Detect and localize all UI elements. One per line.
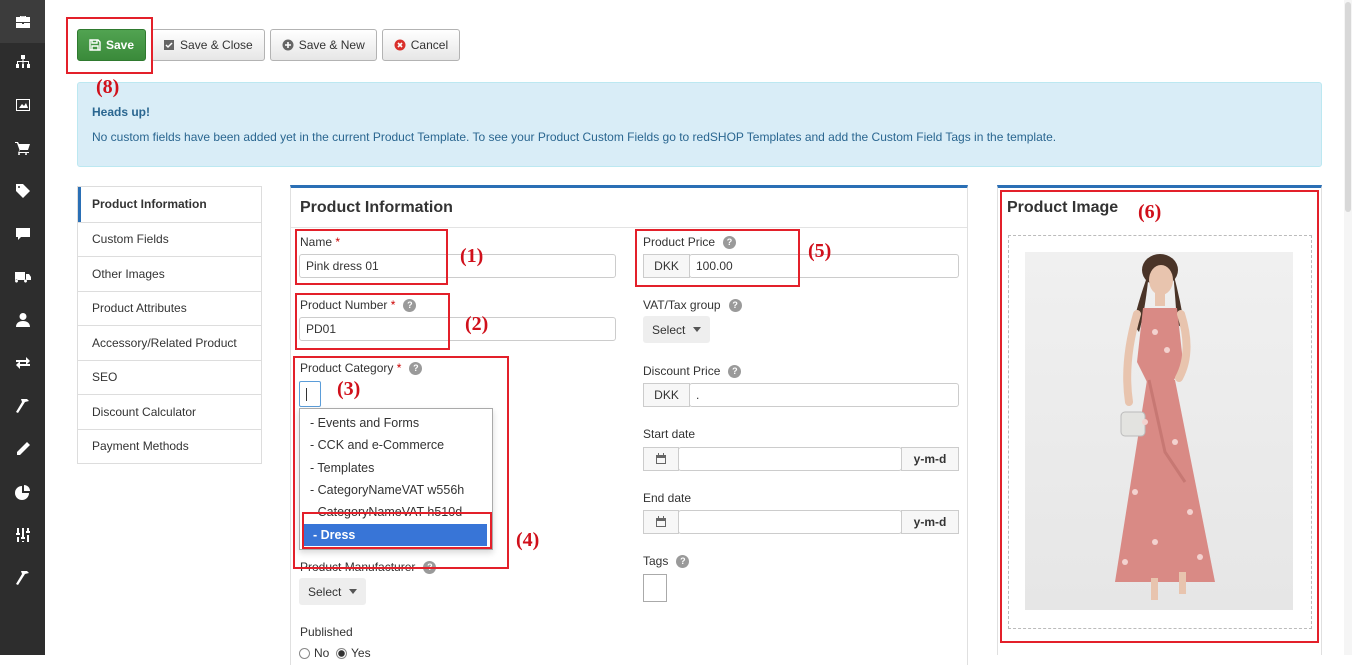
plus-circle-icon — [282, 39, 294, 51]
manufacturer-select-value: Select — [308, 584, 342, 599]
end-date-format: y-m-d — [901, 510, 959, 534]
tags-input[interactable] — [643, 574, 667, 602]
annotation-box-name — [295, 229, 448, 285]
help-icon[interactable]: ? — [728, 365, 742, 379]
admin-sidebar — [0, 0, 45, 655]
published-label: Published — [300, 625, 353, 639]
manufacturer-select[interactable]: Select — [299, 578, 367, 605]
exchange-icon[interactable] — [0, 341, 45, 384]
annotation-label: (6) — [1138, 201, 1162, 223]
alert-message: No custom fields have been added yet in … — [92, 130, 1057, 144]
chevron-down-icon — [349, 589, 358, 594]
discount-price-label: Discount Price? — [643, 364, 742, 379]
published-yes-label: Yes — [351, 646, 371, 660]
discount-price-input[interactable]: . — [689, 383, 959, 407]
vat-select-value: Select — [652, 322, 686, 337]
tab-product-attributes[interactable]: Product Attributes — [78, 290, 261, 326]
save-new-label: Save & New — [298, 38, 365, 52]
published-yes-radio[interactable] — [336, 648, 348, 660]
annotation-box-image — [1000, 190, 1319, 643]
panel-title: Product Information — [300, 199, 453, 216]
annotation-label: (3) — [337, 378, 361, 400]
tab-other-images[interactable]: Other Images — [78, 256, 261, 291]
annotation-label: (1) — [460, 245, 484, 267]
help-icon[interactable]: ? — [728, 299, 742, 313]
user-icon[interactable] — [0, 298, 45, 341]
panel-divider — [291, 227, 967, 228]
info-alert: Heads up! No custom fields have been add… — [77, 82, 1322, 167]
discount-currency-addon: DKK — [643, 383, 690, 407]
tab-seo[interactable]: SEO — [78, 359, 261, 395]
save-close-button[interactable]: Save & Close — [151, 29, 265, 61]
published-no-radio[interactable] — [299, 648, 310, 660]
help-icon[interactable]: ? — [676, 555, 690, 569]
alert-heading: Heads up! — [92, 105, 151, 119]
tab-product-information[interactable]: Product Information — [78, 187, 261, 222]
chevron-down-icon — [693, 327, 702, 332]
sliders-icon[interactable] — [0, 513, 45, 556]
annotation-box-price — [635, 229, 800, 287]
tab-accessory-related[interactable]: Accessory/Related Product — [78, 325, 261, 360]
annotation-label: (8) — [96, 76, 120, 98]
truck-icon[interactable] — [0, 255, 45, 298]
cancel-circle-icon — [394, 39, 406, 51]
annotation-label: (2) — [465, 313, 489, 335]
pie-chart-icon[interactable] — [0, 470, 45, 513]
comment-icon[interactable] — [0, 212, 45, 255]
tag-icon[interactable] — [0, 169, 45, 212]
page-scrollbar[interactable] — [1344, 0, 1352, 655]
calendar-icon[interactable] — [643, 447, 679, 471]
tags-label: Tags? — [643, 554, 690, 569]
save-new-button[interactable]: Save & New — [269, 29, 377, 61]
annotation-box-number — [295, 293, 450, 350]
annotation-label: (4) — [516, 529, 540, 551]
wrench-icon[interactable] — [0, 556, 45, 599]
vat-label: VAT/Tax group? — [643, 298, 742, 313]
tab-custom-fields[interactable]: Custom Fields — [78, 221, 261, 257]
save-close-label: Save & Close — [180, 38, 253, 52]
annotation-box-dress — [302, 512, 492, 549]
end-date-label: End date — [643, 491, 692, 505]
end-date-input[interactable] — [678, 510, 902, 534]
cart-icon[interactable] — [0, 126, 45, 169]
image-icon[interactable] — [0, 83, 45, 126]
published-options: No Yes — [299, 646, 371, 660]
sitemap-icon[interactable] — [0, 40, 45, 83]
start-date-label: Start date — [643, 427, 696, 441]
annotation-label: (5) — [808, 240, 832, 262]
pencil-icon[interactable] — [0, 427, 45, 470]
scrollbar-thumb[interactable] — [1345, 2, 1351, 212]
briefcase-icon[interactable] — [0, 0, 45, 43]
annotation-box-save — [66, 17, 153, 74]
start-date-input[interactable] — [678, 447, 902, 471]
checkbox-icon — [164, 40, 175, 50]
tab-discount-calculator[interactable]: Discount Calculator — [78, 394, 261, 429]
published-no-label: No — [314, 646, 330, 660]
vat-select[interactable]: Select — [643, 316, 711, 343]
cancel-button[interactable]: Cancel — [381, 29, 461, 61]
cancel-label: Cancel — [410, 38, 449, 52]
start-date-format: y-m-d — [901, 447, 959, 471]
hammer-icon[interactable] — [0, 384, 45, 427]
product-tabs: Product Information Custom Fields Other … — [77, 186, 262, 464]
calendar-icon[interactable] — [643, 510, 679, 534]
tab-payment-methods[interactable]: Payment Methods — [78, 428, 261, 464]
